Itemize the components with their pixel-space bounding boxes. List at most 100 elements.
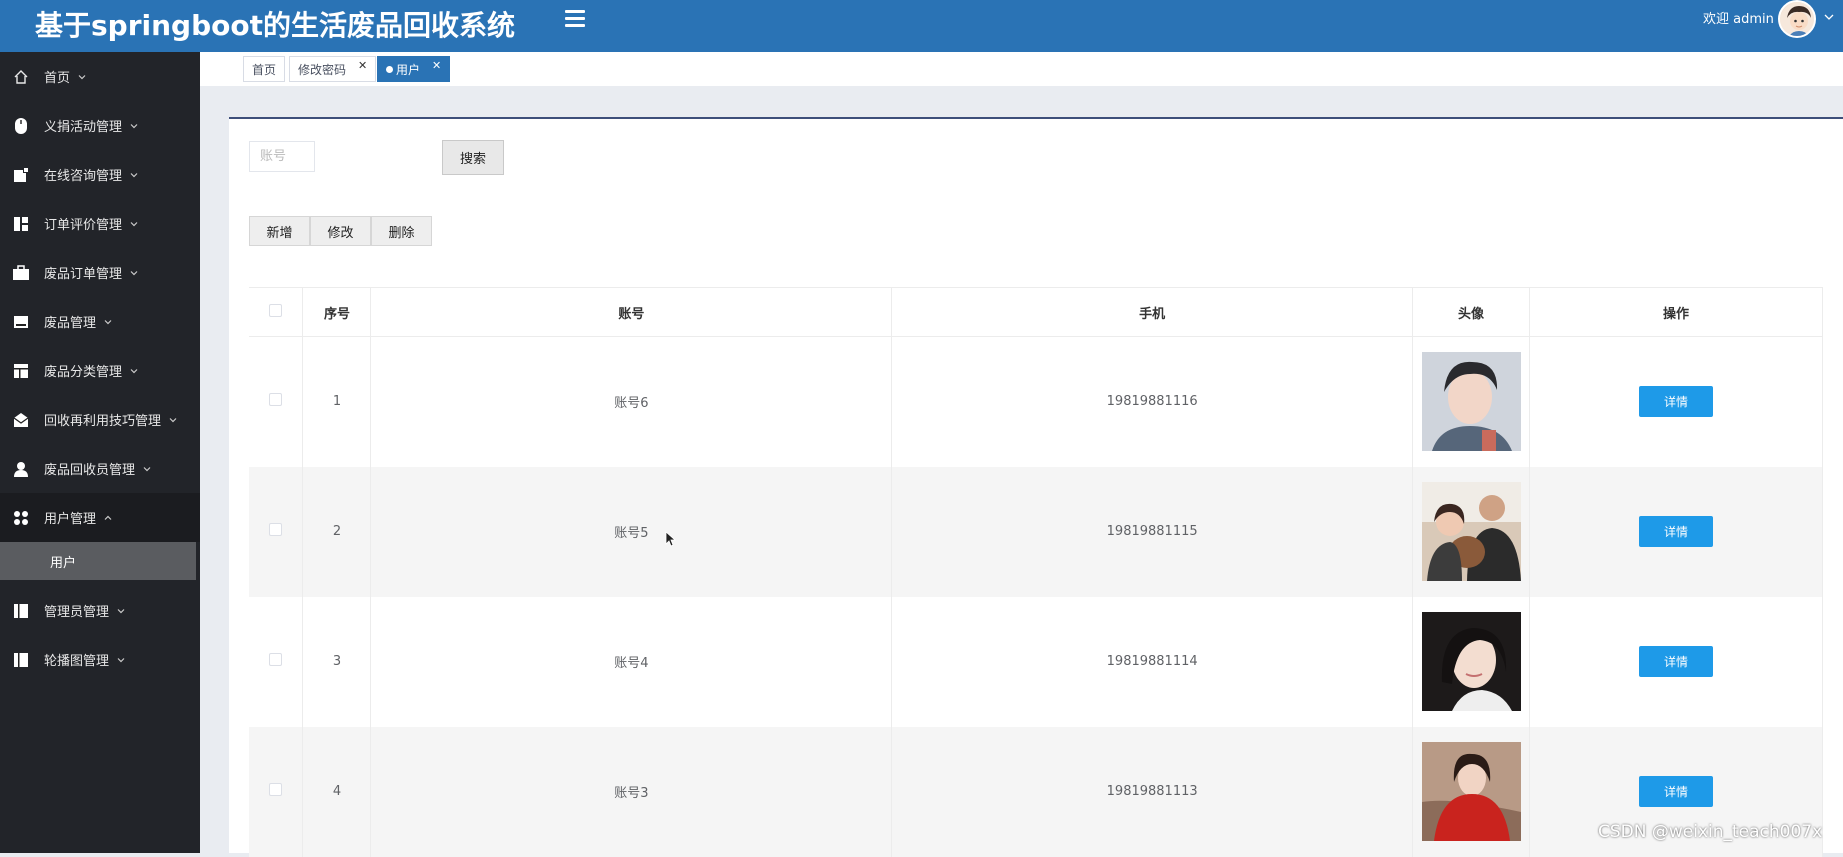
account-cell: 账号6 [370,336,893,467]
sidebar-item-label: 废品回收员管理 [44,463,136,478]
chevron-down-icon [117,608,125,613]
account-cell: 账号3 [370,726,893,857]
avatar-cell [1412,726,1531,857]
row-select-cell [249,336,304,467]
row-select-cell [249,466,304,597]
select-all-cell [249,287,304,337]
table-icon [12,362,30,380]
sidebar-subitem-user[interactable]: 用户 [0,542,196,580]
account-search-input[interactable] [249,141,315,172]
table-header-row: 序号 账号 手机 头像 操作 [249,287,1823,337]
sidebar-item-tips[interactable]: 回收再利用技巧管理 [0,395,200,444]
tab-user[interactable]: 用户 ✕ [377,56,451,82]
column-header: 序号 [302,287,372,337]
sidebar-item-users[interactable]: 用户管理 [0,493,200,542]
column-header: 手机 [891,287,1414,337]
phone-cell: 19819881113 [891,726,1414,857]
table-row: 1 账号6 19819881116 详情 [249,336,1823,467]
top-header: 基于springboot的生活废品回收系统 欢迎 admin [0,0,1843,52]
chevron-down-icon [130,368,138,373]
avatar-cell [1412,466,1531,597]
action-cell: 详情 [1529,336,1823,467]
row-checkbox[interactable] [269,653,283,666]
home-icon [12,68,30,86]
grid-icon [12,509,30,527]
user-avatar-photo [1421,352,1521,452]
note-icon [12,166,30,184]
chevron-up-icon [104,515,112,520]
edit-button[interactable]: 修改 [310,216,371,246]
user-avatar-photo [1421,612,1521,711]
mouse-cursor-icon [665,531,677,547]
row-checkbox[interactable] [269,783,283,796]
sidebar-item-label: 废品订单管理 [44,267,123,282]
user-avatar[interactable] [1778,0,1816,38]
close-icon[interactable]: ✕ [432,59,441,72]
detail-button[interactable]: 详情 [1639,516,1714,547]
box-icon [12,313,30,331]
sidebar-item-donation[interactable]: 义捐活动管理 [0,101,200,150]
active-dot-icon [386,65,393,73]
mail-icon [12,411,30,429]
sidebar-item-category[interactable]: 废品分类管理 [0,346,200,395]
sidebar-item-carousel[interactable]: 轮播图管理 [0,635,200,684]
tab-bar: 首页 修改密码 ✕ 用户 ✕ [200,52,1843,86]
chevron-down-icon [130,123,138,128]
user-table: 序号 账号 手机 头像 操作 1 账号6 19819881116 详情 2 账号… [249,287,1823,857]
avatar-cell [1412,336,1531,467]
sidebar-item-label: 义捐活动管理 [44,120,123,135]
tab-label: 修改密码 [298,62,347,77]
tab-label: 首页 [252,62,277,77]
column-header: 账号 [370,287,893,337]
delete-button[interactable]: 删除 [371,216,432,246]
chevron-down-icon [104,319,112,324]
account-cell: 账号5 [370,466,893,597]
search-button[interactable]: 搜索 [442,140,504,175]
column-header: 操作 [1529,287,1823,337]
select-all-checkbox[interactable] [269,303,283,317]
add-button[interactable]: 新增 [249,216,310,246]
index-cell: 2 [302,466,372,597]
chevron-down-icon [78,74,86,79]
row-select-cell [249,726,304,857]
sidebar-item-label: 废品分类管理 [44,365,123,380]
chevron-down-icon [130,172,138,177]
account-cell: 账号4 [370,596,893,727]
sidebar-item-label: 在线咨询管理 [44,169,123,184]
detail-button[interactable]: 详情 [1639,776,1714,807]
book-icon [12,602,30,620]
chevron-down-icon [117,657,125,662]
sidebar-item-home[interactable]: 首页 [0,52,200,101]
user-avatar-photo [1421,482,1521,581]
user-avatar-photo [1421,742,1521,841]
sidebar-item-label: 订单评价管理 [44,218,123,233]
chevron-down-icon[interactable] [1822,10,1836,24]
sidebar-item-consult[interactable]: 在线咨询管理 [0,150,200,199]
tab-change-password[interactable]: 修改密码 ✕ [289,56,377,82]
row-checkbox[interactable] [269,393,283,407]
welcome-text: 欢迎 admin [1703,12,1774,27]
sidebar-item-review[interactable]: 订单评价管理 [0,199,200,248]
sidebar: 首页 义捐活动管理 在线咨询管理 订单评价管理 废品订单管理 废品管理 废品分类… [0,52,200,853]
sidebar-item-collector[interactable]: 废品回收员管理 [0,444,200,493]
sidebar-item-label: 回收再利用技巧管理 [44,414,162,429]
detail-button[interactable]: 详情 [1639,386,1714,418]
detail-button[interactable]: 详情 [1639,646,1714,677]
sidebar-item-orders[interactable]: 废品订单管理 [0,248,200,297]
layout-icon [12,215,30,233]
column-header: 头像 [1412,287,1531,337]
sidebar-item-admins[interactable]: 管理员管理 [0,586,200,635]
index-cell: 3 [302,596,372,727]
briefcase-icon [12,264,30,282]
action-cell: 详情 [1529,596,1823,727]
sidebar-item-label: 废品管理 [44,316,97,331]
sidebar-item-waste[interactable]: 废品管理 [0,297,200,346]
avatar-cell [1412,596,1531,727]
tab-home[interactable]: 首页 [243,56,286,82]
chevron-down-icon [130,221,138,226]
menu-toggle-icon[interactable] [565,10,585,28]
row-checkbox[interactable] [269,523,283,536]
close-icon[interactable]: ✕ [358,59,367,72]
chevron-down-icon [169,417,177,422]
phone-cell: 19819881116 [891,336,1414,467]
